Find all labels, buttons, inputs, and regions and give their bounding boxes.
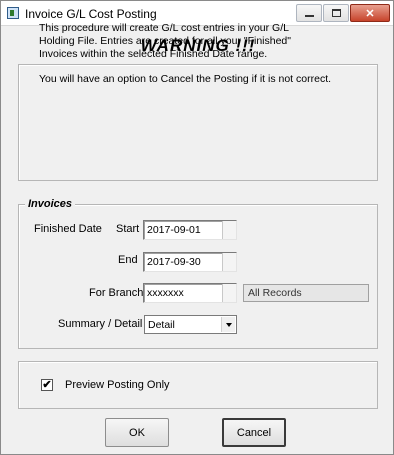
info-line: Holding File. Entries are created for al… [39,35,291,47]
branch-lookup-button[interactable] [222,284,236,302]
preview-label[interactable]: Preview Posting Only [65,379,170,391]
end-label: End [118,254,138,266]
minimize-button[interactable] [296,4,322,22]
info-line: This procedure will create G/L cost entr… [39,22,289,34]
app-icon [7,7,19,19]
close-icon: ✕ [365,7,375,20]
end-date-field[interactable]: 2017-09-30 [143,252,237,272]
info-line: Invoices within the selected Finished Da… [39,48,268,60]
cancel-button[interactable]: Cancel [222,418,286,447]
chevron-down-icon[interactable] [221,317,235,332]
invoices-legend: Invoices [25,198,76,210]
minimize-icon [304,15,314,17]
start-label: Start [116,223,140,235]
checkmark-icon: ✔ [42,379,52,391]
preview-checkbox[interactable]: ✔ [41,379,53,391]
summary-detail-select[interactable]: Detail [144,315,237,334]
maximize-button[interactable] [323,4,349,22]
branch-field[interactable]: xxxxxxx [143,283,237,303]
info-text: This procedure will create G/L cost entr… [39,22,349,86]
start-date-picker-button[interactable] [222,221,236,239]
branch-description: All Records [243,284,369,302]
start-date-value: 2017-09-01 [147,224,201,236]
start-date-field[interactable]: 2017-09-01 [143,220,237,240]
summary-detail-label: Summary / Detail [58,318,143,330]
close-button[interactable]: ✕ [350,4,390,22]
finished-date-label: Finished Date [34,223,102,235]
window-title: Invoice G/L Cost Posting [25,7,157,21]
ok-label: OK [129,426,145,439]
cancel-label: Cancel [236,426,272,439]
info-line: You will have an option to Cancel the Po… [39,73,332,85]
branch-label: For Branch [89,287,144,299]
end-date-picker-button[interactable] [222,253,236,271]
dialog-window: Invoice G/L Cost Posting ✕ WARNING !!! T… [0,0,394,455]
end-date-value: 2017-09-30 [147,256,201,268]
ok-button[interactable]: OK [105,418,169,447]
maximize-icon [331,9,341,17]
summary-detail-value: Detail [148,319,175,331]
branch-value: xxxxxxx [147,287,184,299]
